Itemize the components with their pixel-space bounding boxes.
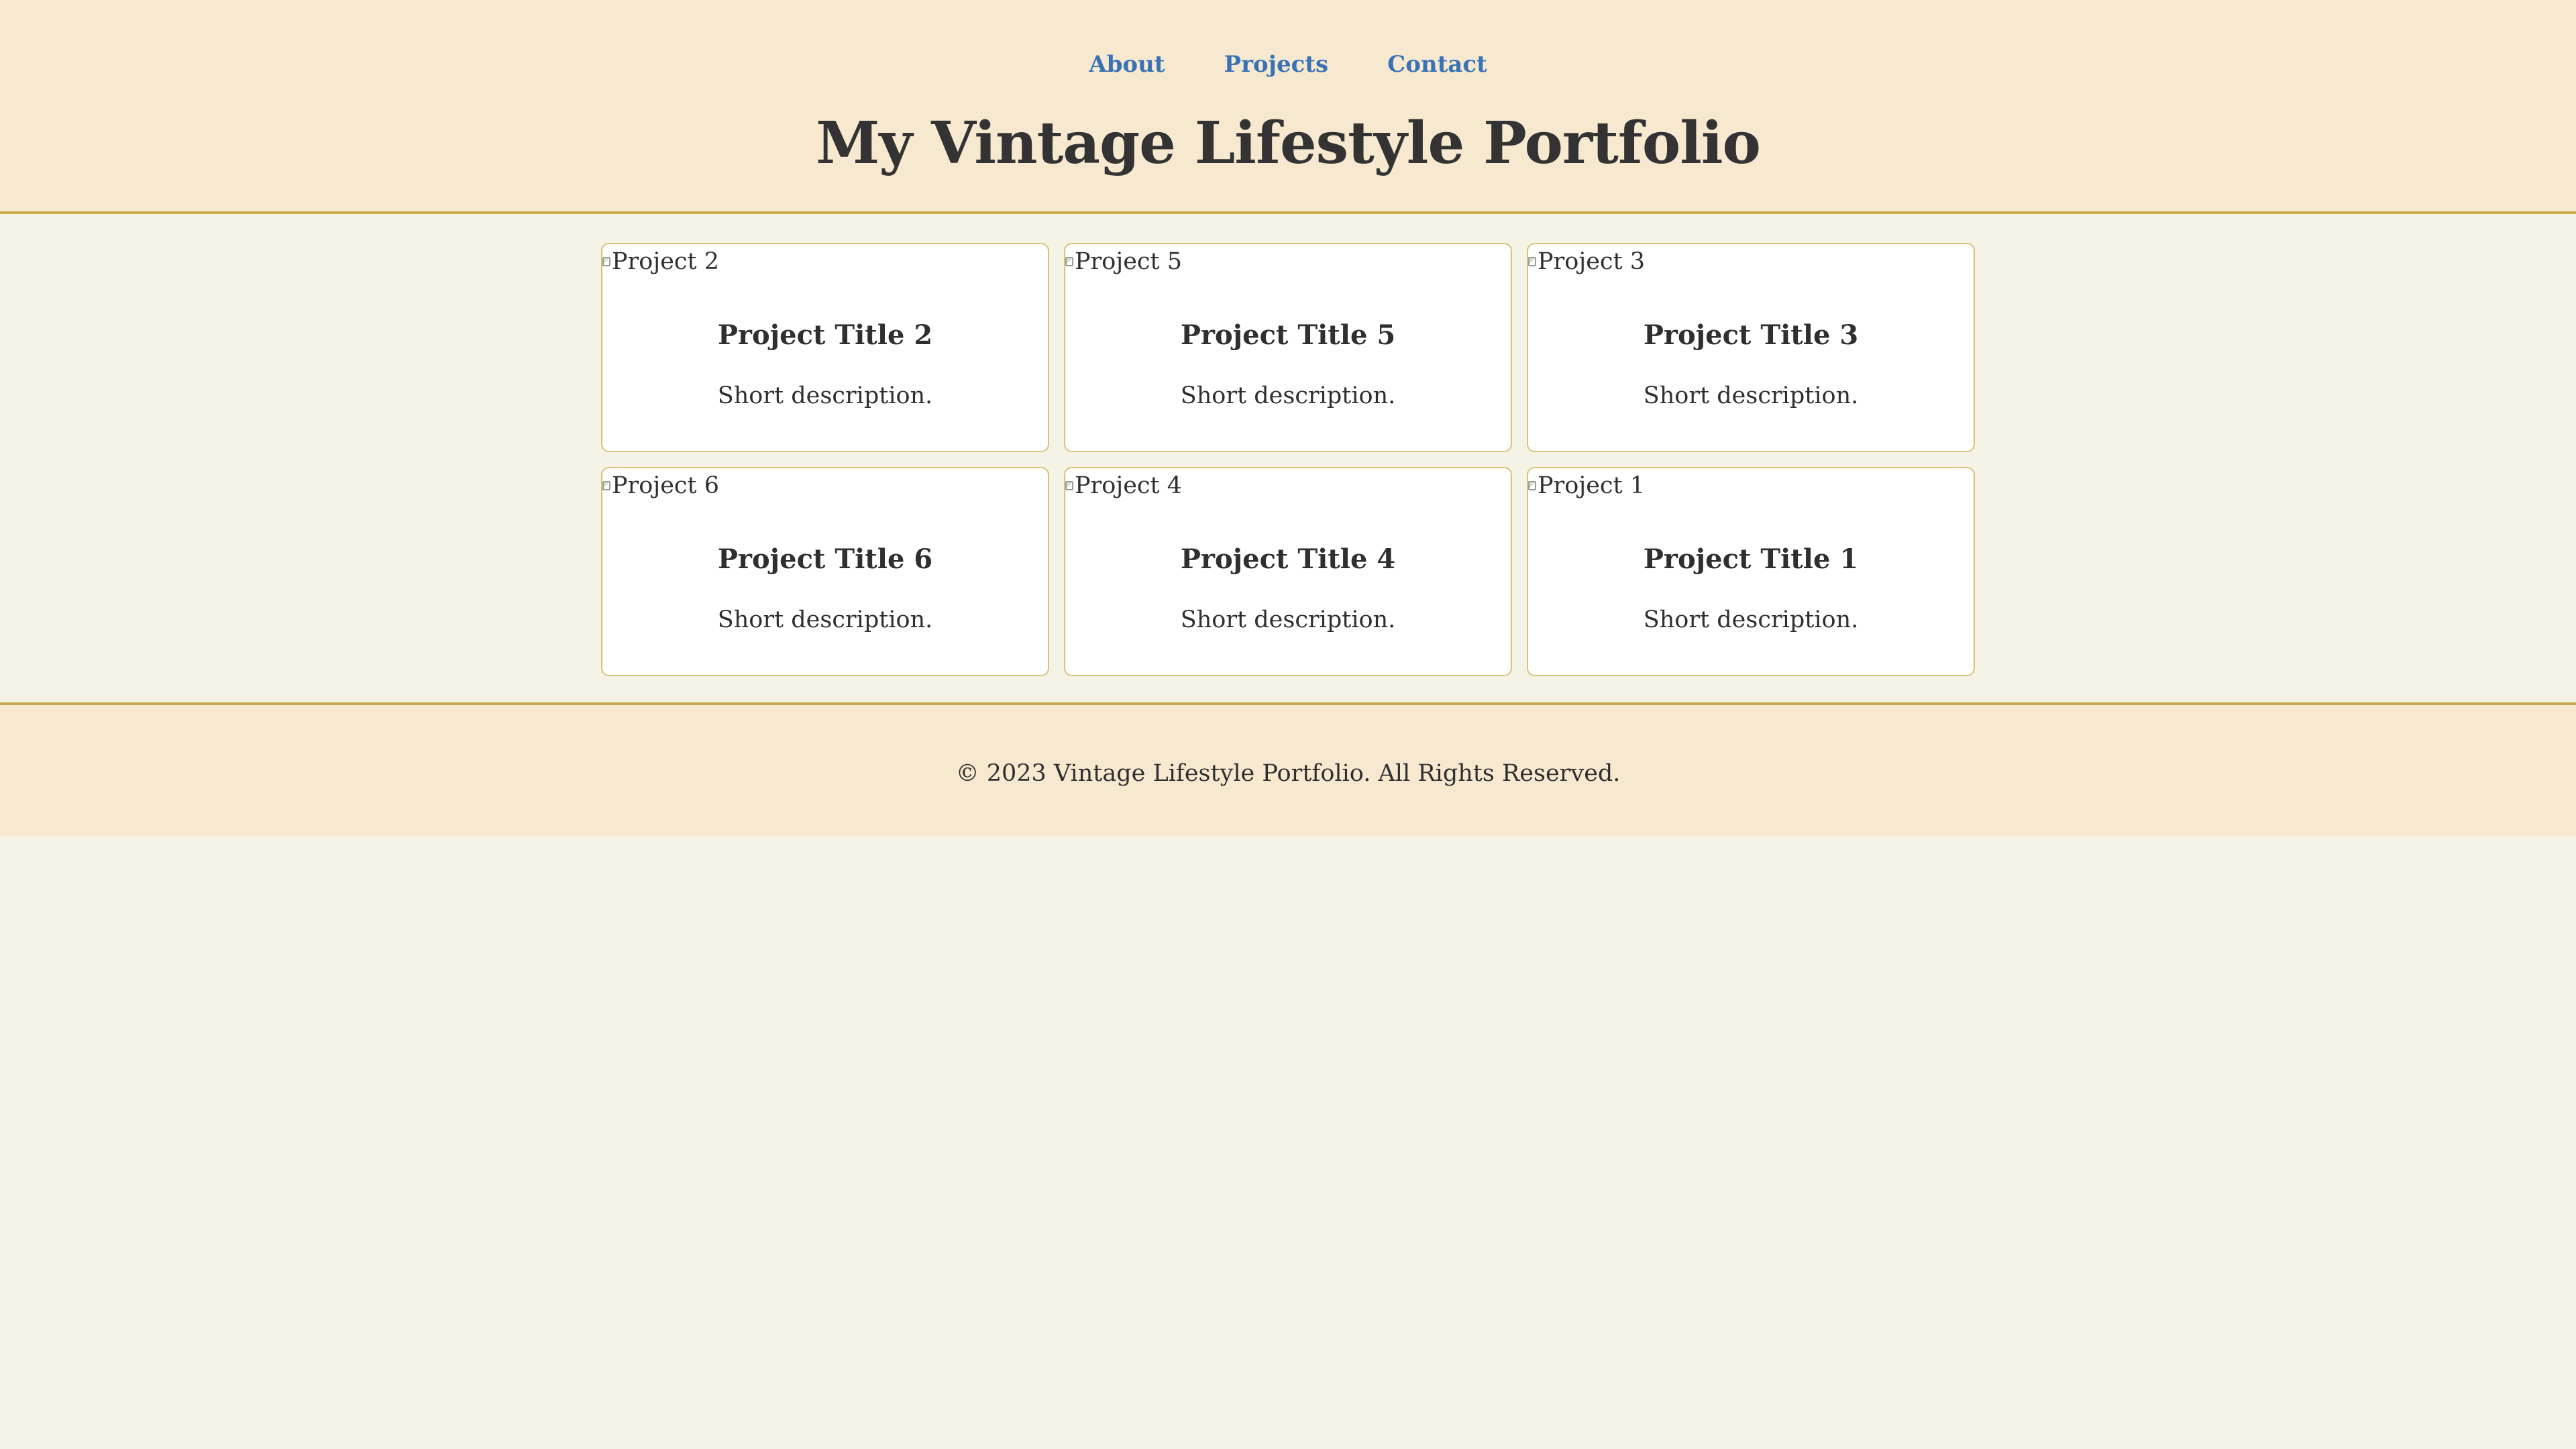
- nav-link-projects[interactable]: Projects: [1224, 48, 1329, 80]
- project-image-alt: Project 6: [612, 472, 719, 499]
- project-image-alt: Project 4: [1075, 472, 1182, 499]
- project-grid: Project 2 Project Title 2 Short descript…: [601, 243, 1975, 676]
- project-title: Project Title 3: [1643, 319, 1859, 351]
- broken-image-icon: [1065, 257, 1073, 266]
- project-description: Short description.: [717, 382, 933, 409]
- project-description: Short description.: [1643, 382, 1859, 409]
- site-header: About Projects Contact My Vintage Lifest…: [0, 0, 2576, 214]
- broken-image-icon: [1065, 481, 1073, 490]
- project-image: Project 5: [1065, 247, 1182, 276]
- project-card[interactable]: Project 3 Project Title 3 Short descript…: [1527, 243, 1975, 452]
- project-card[interactable]: Project 6 Project Title 6 Short descript…: [601, 467, 1049, 676]
- project-title: Project Title 1: [1643, 543, 1859, 575]
- project-image: Project 6: [602, 471, 719, 500]
- project-description: Short description.: [1180, 382, 1396, 409]
- project-card[interactable]: Project 4 Project Title 4 Short descript…: [1064, 467, 1512, 676]
- broken-image-icon: [602, 481, 610, 490]
- project-image-alt: Project 5: [1075, 248, 1182, 275]
- project-image-alt: Project 2: [612, 248, 719, 275]
- project-card[interactable]: Project 2 Project Title 2 Short descript…: [601, 243, 1049, 452]
- broken-image-icon: [602, 257, 610, 266]
- project-image-alt: Project 1: [1538, 472, 1645, 499]
- nav-link-contact[interactable]: Contact: [1387, 48, 1487, 80]
- broken-image-icon: [1528, 257, 1536, 266]
- main-nav: About Projects Contact: [0, 48, 2576, 80]
- project-title: Project Title 2: [717, 319, 933, 351]
- project-image: Project 3: [1528, 247, 1645, 276]
- page-title: My Vintage Lifestyle Portfolio: [816, 109, 1761, 177]
- broken-image-icon: [1528, 481, 1536, 490]
- project-title: Project Title 4: [1180, 543, 1396, 575]
- project-description: Short description.: [1180, 606, 1396, 633]
- project-image: Project 2: [602, 247, 719, 276]
- project-description: Short description.: [717, 606, 933, 633]
- project-title: Project Title 6: [717, 543, 933, 575]
- footer-copyright: © 2023 Vintage Lifestyle Portfolio. All …: [955, 760, 1621, 787]
- project-description: Short description.: [1643, 606, 1859, 633]
- project-card[interactable]: Project 1 Project Title 1 Short descript…: [1527, 467, 1975, 676]
- project-title: Project Title 5: [1180, 319, 1396, 351]
- project-image: Project 1: [1528, 471, 1645, 500]
- project-image-alt: Project 3: [1538, 248, 1645, 275]
- project-image: Project 4: [1065, 471, 1182, 500]
- site-footer: © 2023 Vintage Lifestyle Portfolio. All …: [0, 702, 2576, 837]
- project-card[interactable]: Project 5 Project Title 5 Short descript…: [1064, 243, 1512, 452]
- nav-link-about[interactable]: About: [1089, 48, 1165, 80]
